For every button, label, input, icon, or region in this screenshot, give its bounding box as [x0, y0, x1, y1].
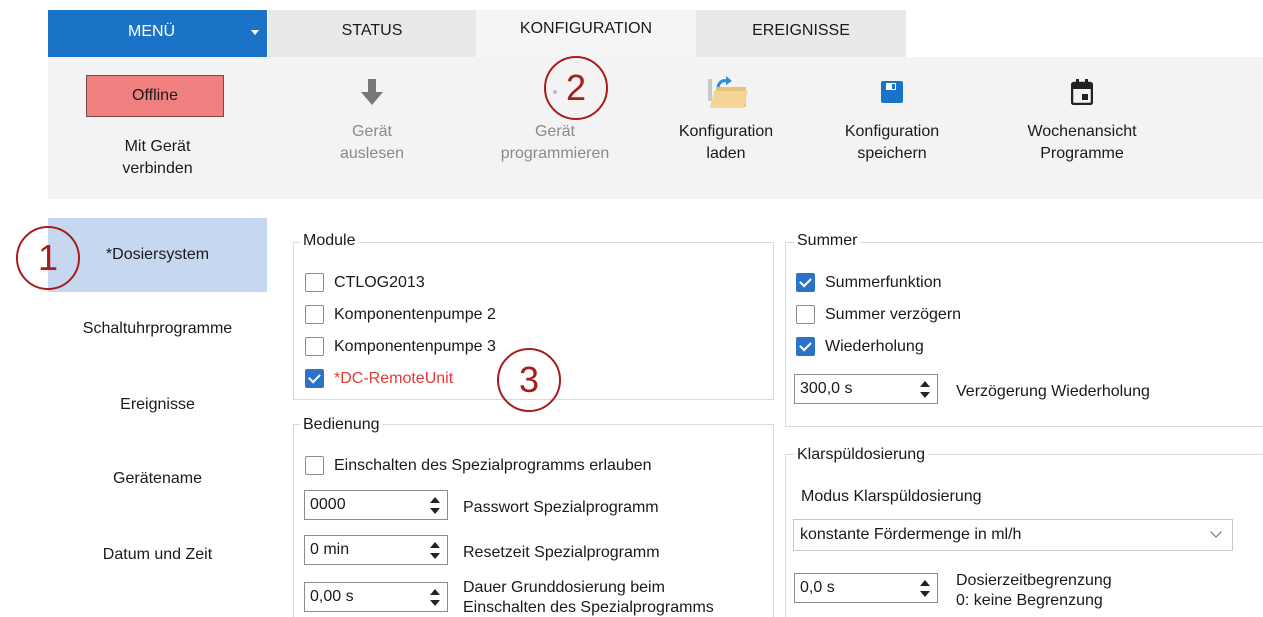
summerfunktion-checkbox[interactable]: Summerfunktion — [796, 273, 942, 292]
tab-status[interactable]: STATUS — [268, 10, 476, 57]
save-config-label: Konfiguration speichern — [844, 123, 940, 162]
offline-status-button[interactable]: Offline — [86, 75, 224, 117]
checkbox-label: CTLOG2013 — [334, 273, 425, 291]
repeat-delay-spinbox[interactable]: 300,0 s — [794, 374, 938, 404]
tab-ereignisse[interactable]: EREIGNISSE — [696, 10, 906, 57]
nav-item-ereignisse[interactable]: Ereignisse — [48, 368, 267, 442]
module-ctlog2013-checkbox[interactable]: CTLOG2013 — [305, 273, 425, 292]
chevron-down-icon — [1210, 526, 1222, 538]
save-config-button[interactable]: Konfiguration speichern — [822, 75, 962, 165]
annotation-circle-3: 3 — [497, 348, 561, 412]
read-device-button[interactable]: Gerät auslesen — [302, 75, 442, 165]
checkbox-checked-icon — [796, 273, 815, 292]
reset-time-label: Resetzeit Spezialprogramm — [463, 544, 660, 561]
nav-item-dosiersystem[interactable]: *Dosiersystem — [48, 218, 267, 292]
wiederholung-checkbox[interactable]: Wiederholung — [796, 337, 924, 356]
checkbox-label: Komponentenpumpe 2 — [334, 305, 496, 323]
password-label: Passwort Spezialprogramm — [463, 499, 659, 516]
bedienung-title: Bedienung — [300, 416, 383, 434]
spinbox-value: 0,0 s — [800, 579, 835, 596]
password-spinbox[interactable]: 0000 — [304, 490, 448, 520]
dosing-limit-spinbox[interactable]: 0,0 s — [794, 573, 938, 603]
module-title: Module — [300, 232, 359, 250]
checkbox-label: *DC-RemoteUnit — [334, 369, 454, 387]
module-komponentenpumpe-2-checkbox[interactable]: Komponentenpumpe 2 — [305, 305, 496, 324]
summer-verzoegern-checkbox[interactable]: Summer verzögern — [796, 305, 961, 324]
summer-title: Summer — [794, 232, 861, 250]
spinbox-arrows-icon[interactable] — [919, 378, 931, 402]
spinbox-arrows-icon[interactable] — [429, 586, 441, 610]
select-value: konstante Fördermenge in ml/h — [800, 526, 1022, 543]
caret-down-icon — [251, 30, 259, 35]
read-device-label: Gerät auslesen — [339, 123, 405, 162]
klarspuel-title: Klarspüldosierung — [794, 446, 929, 464]
folder-open-icon — [656, 75, 796, 109]
checkbox-unchecked-icon — [305, 305, 324, 324]
checkbox-checked-icon — [796, 337, 815, 356]
annotation-circle-1: 1 — [16, 226, 80, 290]
base-dosing-label: Dauer Grunddosierung beim Einschalten de… — [463, 579, 714, 616]
dosing-limit-label: Dosierzeitbegrenzung 0: keine Begrenzung — [956, 572, 1112, 609]
checkbox-label: Komponentenpumpe 3 — [334, 337, 496, 355]
spinbox-value: 0000 — [310, 496, 346, 513]
checkbox-label: Summerfunktion — [825, 273, 942, 291]
spinbox-arrows-icon[interactable] — [429, 539, 441, 563]
checkbox-unchecked-icon — [305, 273, 324, 292]
load-config-label: Konfiguration laden — [678, 123, 774, 162]
nav-item-geraetename[interactable]: Gerätename — [48, 442, 267, 516]
checkbox-label: Wiederholung — [825, 337, 924, 355]
nav-item-schaltuhrprogramme[interactable]: Schaltuhrprogramme — [48, 292, 267, 366]
load-config-button[interactable]: Konfiguration laden — [656, 75, 796, 165]
reset-time-spinbox[interactable]: 0 min — [304, 535, 448, 565]
checkbox-label: Einschalten des Spezialprogramms erlaube… — [334, 456, 652, 474]
menu-label: MENÜ — [128, 23, 176, 40]
week-view-button[interactable]: Wochenansicht Programme — [1002, 75, 1162, 165]
mode-select[interactable]: konstante Fördermenge in ml/h — [793, 519, 1233, 551]
module-dc-remoteunit-checkbox[interactable]: *DC-RemoteUnit — [305, 369, 453, 388]
base-dosing-spinbox[interactable]: 0,00 s — [304, 582, 448, 612]
spinbox-value: 0 min — [310, 541, 350, 558]
nav-item-datum-und-zeit[interactable]: Datum und Zeit — [48, 518, 267, 592]
spinbox-arrows-icon[interactable] — [429, 494, 441, 518]
checkbox-unchecked-icon — [305, 337, 324, 356]
week-view-label: Wochenansicht Programme — [1027, 123, 1137, 162]
save-icon — [822, 75, 962, 109]
allow-special-program-checkbox[interactable]: Einschalten des Spezialprogramms erlaube… — [305, 456, 652, 475]
calendar-icon — [1002, 75, 1162, 109]
mode-label: Modus Klarspüldosierung — [801, 488, 982, 505]
menu-button[interactable]: MENÜ — [48, 10, 267, 57]
checkbox-checked-icon — [305, 369, 324, 388]
tab-konfiguration[interactable]: KONFIGURATION — [476, 10, 696, 57]
checkbox-unchecked-icon — [305, 456, 324, 475]
connect-device-button[interactable]: Mit Gerät verbinden — [48, 136, 267, 180]
spinbox-value: 0,00 s — [310, 588, 354, 605]
checkbox-label: Summer verzögern — [825, 305, 962, 323]
spinbox-arrows-icon[interactable] — [919, 577, 931, 601]
repeat-delay-label: Verzögerung Wiederholung — [956, 383, 1150, 400]
program-device-label: Gerät programmieren — [500, 123, 610, 162]
checkbox-unchecked-icon — [796, 305, 815, 324]
module-komponentenpumpe-3-checkbox[interactable]: Komponentenpumpe 3 — [305, 337, 496, 356]
spinbox-value: 300,0 s — [800, 380, 853, 397]
annotation-circle-2: 2 — [544, 56, 608, 120]
download-arrow-icon — [302, 75, 442, 109]
